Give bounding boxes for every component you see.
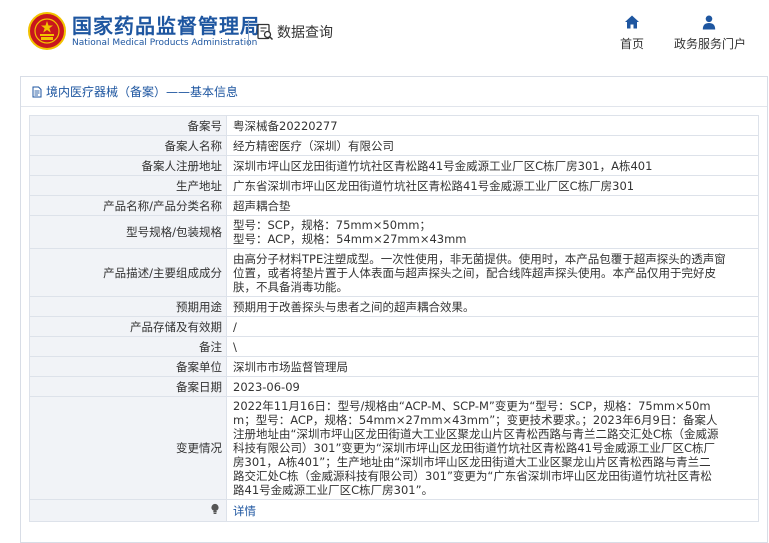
field-value: 深圳市市场监督管理局 [226,356,759,377]
table-row: 变更情况 2022年11月16日：型号/规格由“ACP-M、SCP-M”变更为“… [29,396,759,500]
field-value: / [226,316,759,337]
field-label: 产品名称/产品分类名称 [29,195,227,216]
field-label: 变更情况 [29,396,227,500]
field-label: 备注 [29,336,227,357]
field-label: 备案单位 [29,356,227,377]
nav-service-portal[interactable]: 政务服务门户 [674,14,747,52]
field-label: 备案日期 [29,376,227,397]
field-label: 备案人名称 [29,135,227,156]
field-label: 型号规格/包装规格 [29,215,227,249]
value-line: 注册地址由“深圳市坪山区龙田街道大工业区聚龙山片区青松西路与青兰二路交汇处C栋（… [233,427,719,441]
table-row: 生产地址 广东省深圳市坪山区龙田街道竹坑社区青松路41号金威源工业厂区C栋厂房3… [29,175,759,196]
table-row: 备案人名称 经方精密医疗（深圳）有限公司 [29,135,759,156]
field-value: 2022年11月16日：型号/规格由“ACP-M、SCP-M”变更为“型号：SC… [226,396,759,500]
field-label: 生产地址 [29,175,227,196]
value-line: m；型号：ACP，规格：54mm×27mm×43mm”；变更技术要求。；2023… [233,413,718,427]
breadcrumb: 境内医疗器械（备案）——基本信息 [21,77,767,107]
field-value: 预期用于改善探头与患者之间的超声耦合效果。 [226,296,759,317]
field-label [29,499,227,522]
nav-service-portal-label: 政务服务门户 [674,37,747,51]
record-info-table: 备案号 粤深械备20220277 备案人名称 经方精密医疗（深圳）有限公司 备案… [29,115,759,522]
table-row: 备注 \ [29,336,759,357]
document-icon [32,86,42,97]
table-row: 备案单位 深圳市市场监督管理局 [29,356,759,377]
nav-home-label: 首页 [619,37,644,51]
table-row: 产品描述/主要组成成分 由高分子材料TPE注塑成型。一次性使用，非无菌提供。使用… [29,248,759,297]
table-row: 备案号 粤深械备20220277 [29,115,759,136]
home-icon [625,15,639,29]
data-query-label: 数据查询 [277,25,333,41]
value-line: 房301，A栋401”；生产地址由“深圳市坪山区龙田街道大工业区聚龙山片区青松西… [233,455,711,469]
field-value: 粤深械备20220277 [226,115,759,136]
table-row: 详情 [29,499,759,522]
record-panel: 境内医疗器械（备案）——基本信息 备案号 粤深械备20220277 备案人名称 … [20,76,768,543]
nav-home[interactable]: 首页 [597,14,667,52]
field-value: 超声耦合垫 [226,195,759,216]
table-row: 预期用途 预期用于改善探头与患者之间的超声耦合效果。 [29,296,759,317]
field-label: 产品描述/主要组成成分 [29,248,227,297]
field-value: 型号：SCP，规格：75mm×50mm； 型号：ACP，规格：54mm×27mm… [226,215,759,249]
lightbulb-icon [211,503,219,514]
field-value: 2023-06-09 [226,376,759,397]
table-row: 产品名称/产品分类名称 超声耦合垫 [29,195,759,216]
field-label: 预期用途 [29,296,227,317]
document-search-icon [257,23,274,41]
table-row: 备案日期 2023-06-09 [29,376,759,397]
breadcrumb-text[interactable]: 境内医疗器械（备案）——基本信息 [46,83,238,100]
value-line: 路41号金威源工业厂区C栋厂房301”。 [233,483,434,497]
field-label: 备案人注册地址 [29,155,227,176]
field-value: \ [226,336,759,357]
table-row: 型号规格/包装规格 型号：SCP，规格：75mm×50mm； 型号：ACP，规格… [29,215,759,249]
site-name-en: National Medical Products Administration [72,38,258,48]
value-line: 路交汇处C栋（金威源科技有限公司）301”变更为“广东省深圳市坪山区龙田街道竹坑… [233,469,712,483]
details-link[interactable]: 详情 [233,504,256,518]
field-label: 产品存储及有效期 [29,316,227,337]
value-line: 由高分子材料TPE注塑成型。一次性使用，非无菌提供。使用时，本产品包覆于超声探头… [233,251,726,266]
data-query-link[interactable]: 数据查询 [256,21,333,43]
value-line: 2022年11月16日：型号/规格由“ACP-M、SCP-M”变更为“型号：SC… [233,399,711,413]
value-line: 型号：ACP，规格：54mm×27mm×43mm [233,232,467,246]
value-line: 型号：SCP，规格：75mm×50mm； [233,218,431,232]
field-label: 备案号 [29,115,227,136]
field-value: 广东省深圳市坪山区龙田街道竹坑社区青松路41号金威源工业厂区C栋厂房301 [226,175,759,196]
site-name[interactable]: 国家药品监督管理局 [72,15,261,37]
field-value: 深圳市坪山区龙田街道竹坑社区青松路41号金威源工业厂区C栋厂房301，A栋401 [226,155,759,176]
field-value: 经方精密医疗（深圳）有限公司 [226,135,759,156]
value-line: 肤，不具备消毒功能。 [233,279,348,294]
header-divider [248,20,249,46]
national-emblem-icon [28,12,66,50]
field-value: 由高分子材料TPE注塑成型。一次性使用，非无菌提供。使用时，本产品包覆于超声探头… [226,248,759,297]
table-row: 产品存储及有效期 / [29,316,759,337]
table-row: 备案人注册地址 深圳市坪山区龙田街道竹坑社区青松路41号金威源工业厂区C栋厂房3… [29,155,759,176]
site-header: 国家药品监督管理局 National Medical Products Admi… [0,0,769,66]
user-icon [702,15,716,30]
value-line: 位置，或者将垫片置于人体表面与超声探头之间，配合线阵超声探头使用。本产品仅用于完… [233,265,716,280]
field-value: 详情 [226,499,759,522]
value-line: 科技有限公司）301”变更为“深圳市坪山区龙田街道竹坑社区青松路41号金威源工业… [233,441,716,455]
